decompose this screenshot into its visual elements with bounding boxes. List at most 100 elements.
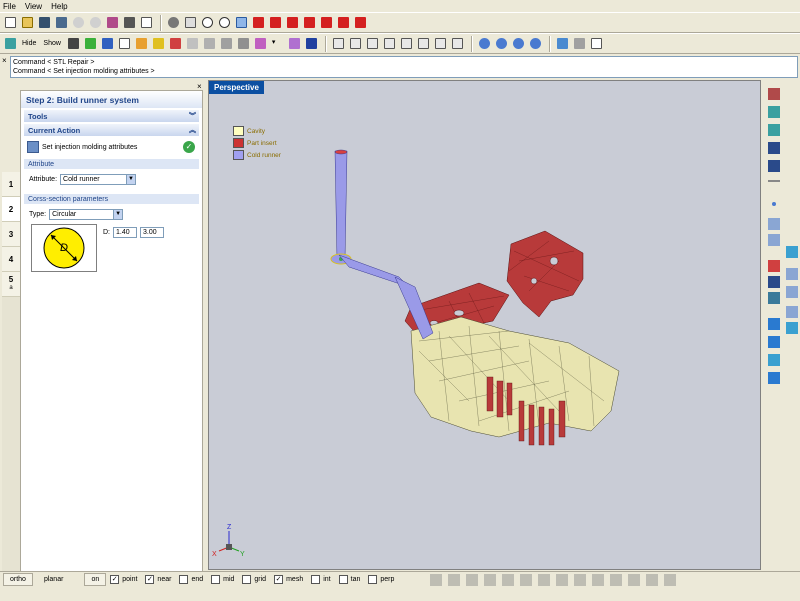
arc-icon[interactable] (768, 234, 780, 246)
snap-tool-icon[interactable] (520, 573, 533, 586)
repair-icon[interactable] (768, 88, 780, 100)
snap-checkbox[interactable] (179, 575, 189, 584)
pan-icon[interactable] (166, 15, 181, 30)
snap-tool-icon[interactable] (466, 573, 479, 586)
snap-tool-icon[interactable] (610, 573, 623, 586)
table-icon[interactable] (589, 36, 604, 51)
undo-icon[interactable] (71, 15, 86, 30)
redo-icon[interactable] (88, 15, 103, 30)
snap-option-near[interactable]: ✓ near (145, 575, 171, 584)
chevron-down-icon[interactable]: ︾ (189, 111, 199, 121)
step-tab-4[interactable]: 4 (2, 247, 20, 272)
view-right-icon[interactable] (302, 15, 317, 30)
snap-checkbox[interactable] (242, 575, 252, 584)
select-face-icon[interactable] (382, 36, 397, 51)
diameter-input-2[interactable]: 3.00 (140, 227, 164, 238)
view-bottom-icon[interactable] (336, 15, 351, 30)
snap-checkbox[interactable] (311, 575, 321, 584)
snap-tool-icon[interactable] (484, 573, 497, 586)
snap-move-icon[interactable] (494, 36, 509, 51)
snap-tool-icon[interactable] (664, 573, 677, 586)
ortho-button[interactable]: ortho (3, 573, 33, 586)
step-tab-1[interactable]: 1 (2, 172, 20, 197)
chevron-down-icon[interactable]: ▼ (126, 174, 136, 184)
polyline-icon[interactable] (786, 306, 798, 318)
model-render[interactable]: Z X Y (209, 81, 762, 571)
export-icon[interactable] (572, 36, 587, 51)
snap-tool-icon[interactable] (628, 573, 641, 586)
snap-checkbox[interactable]: ✓ (274, 575, 284, 584)
snap-tool-icon[interactable] (646, 573, 659, 586)
snap-option-grid[interactable]: grid (242, 575, 266, 584)
extrude-icon[interactable] (768, 276, 780, 288)
select-tool-icon[interactable] (331, 36, 346, 51)
snap-tool-icon[interactable] (502, 573, 515, 586)
step-tab-2[interactable]: 2 (2, 197, 20, 222)
open-file-icon[interactable] (20, 15, 35, 30)
chevron-down-icon[interactable]: ▾ (270, 36, 285, 51)
view-back-icon[interactable] (268, 15, 283, 30)
select-sec-icon[interactable] (450, 36, 465, 51)
sphere-icon[interactable] (768, 354, 780, 366)
snap-tool-icon[interactable] (538, 573, 551, 586)
type-select[interactable]: Circular ▼ (49, 208, 124, 220)
warning-red-icon[interactable] (168, 36, 183, 51)
snap-option-end[interactable]: end (179, 575, 203, 584)
attribute-select[interactable]: Cold runner ▼ (60, 173, 137, 185)
select-shell-icon[interactable] (399, 36, 414, 51)
snap-scale-icon[interactable] (528, 36, 543, 51)
hand-icon[interactable] (183, 15, 198, 30)
properties-icon[interactable] (139, 15, 154, 30)
snap-checkbox[interactable]: ✓ (145, 575, 155, 584)
3d-viewport[interactable]: Z X Y Perspective Cavity Part insert Col… (208, 80, 761, 570)
render-icon[interactable] (185, 36, 200, 51)
stitch-icon[interactable] (768, 124, 780, 136)
offset-icon[interactable] (768, 292, 780, 304)
snap-tool-icon[interactable] (448, 573, 461, 586)
current-action-section-header[interactable]: Current Action ︽ (24, 124, 199, 136)
planar-button[interactable]: planar (37, 573, 70, 586)
trim-icon[interactable] (768, 160, 780, 172)
hide-button[interactable]: Hide (20, 36, 38, 51)
solid-cyl-icon[interactable] (768, 336, 780, 348)
snap-checkbox[interactable] (338, 575, 348, 584)
view-front-icon[interactable] (251, 15, 266, 30)
sketch-icon[interactable] (768, 260, 780, 272)
line-points-icon[interactable] (768, 218, 780, 230)
cone-icon[interactable] (768, 372, 780, 384)
step-tab-5[interactable]: 5 a (2, 272, 20, 297)
section-icon[interactable] (134, 36, 149, 51)
step-tab-3[interactable]: 3 (2, 222, 20, 247)
chevron-down-icon[interactable]: ▼ (113, 209, 123, 219)
menu-view[interactable]: View (25, 2, 42, 11)
menu-file[interactable]: File (3, 2, 16, 11)
view-iso-icon[interactable] (353, 15, 368, 30)
cylinder-icon[interactable] (786, 322, 798, 334)
help-icon[interactable] (122, 15, 137, 30)
point-icon[interactable] (772, 202, 776, 206)
solid-box-icon[interactable] (768, 318, 780, 330)
snap-option-point[interactable]: ✓ point (110, 575, 137, 584)
select-sel-icon[interactable] (433, 36, 448, 51)
eraser-icon[interactable] (105, 15, 120, 30)
monitor-icon[interactable] (304, 36, 319, 51)
diameter-input-1[interactable]: 1.40 (113, 227, 137, 238)
color-blue-icon[interactable] (100, 36, 115, 51)
warning-icon[interactable] (151, 36, 166, 51)
mesh-display-icon[interactable] (287, 36, 302, 51)
shade-icon[interactable] (202, 36, 217, 51)
layer-icon[interactable] (3, 36, 18, 51)
snap-option-mesh[interactable]: ✓ mesh (274, 575, 303, 584)
snap-tool-icon[interactable] (592, 573, 605, 586)
snap-option-tan[interactable]: tan (338, 575, 360, 584)
snap-rotate-icon[interactable] (511, 36, 526, 51)
box-icon[interactable] (786, 246, 798, 258)
snap-checkbox[interactable] (368, 575, 378, 584)
chevron-up-icon[interactable]: ︽ (189, 125, 199, 135)
snap-option-mid[interactable]: mid (211, 575, 234, 584)
spline-icon[interactable] (786, 286, 798, 298)
snap-option-int[interactable]: int (311, 575, 331, 584)
snap-point-icon[interactable] (477, 36, 492, 51)
snap-tool-icon[interactable] (430, 573, 443, 586)
fit-view-icon[interactable] (234, 15, 249, 30)
